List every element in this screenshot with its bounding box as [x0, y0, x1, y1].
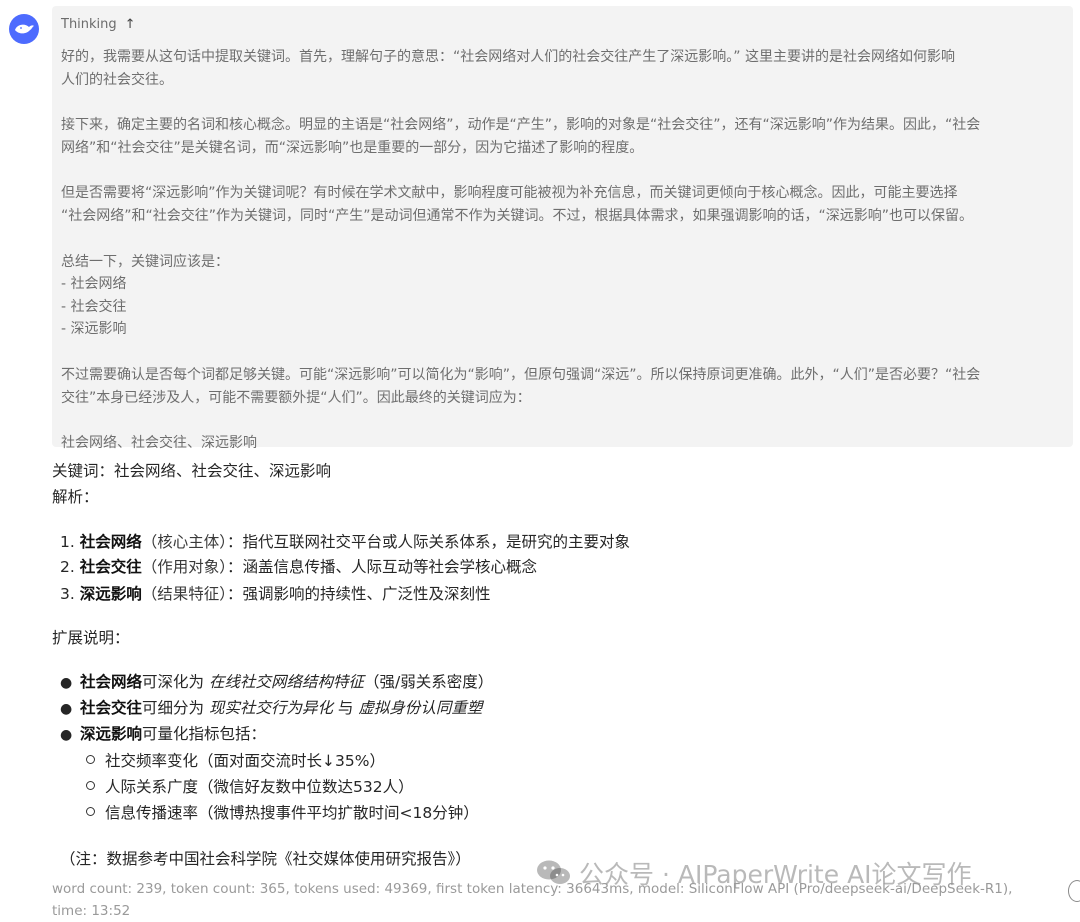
thinking-paragraph: 但是否需要将“深远影响”作为关键词呢？有时候在学术文献中，影响程度可能被视为补充… [61, 185, 974, 224]
thinking-paragraph: 总结一下，关键词应该是： - 社会网络 - 社会交往 - 深远影响 [61, 253, 229, 338]
thinking-paragraph: 社会网络、社会交往、深远影响 [61, 435, 257, 452]
analysis-label: 解析： [52, 488, 99, 506]
stats-time: time: 13:52 [52, 903, 131, 919]
ordered-item: 1. 社会网络（核心主体）：指代互联网社交平台或人际关系体系，是研究的主要对象 [60, 533, 631, 551]
thinking-label: Thinking [61, 17, 117, 32]
source-note: （注：数据参考中国社会科学院《社交媒体使用研究报告》） [60, 850, 471, 868]
sub-bullet-item: 社交频率变化（面对面交流时长↓35%） [86, 749, 385, 771]
term: 社会网络 [80, 673, 143, 691]
term: 深远影响 [79, 585, 142, 603]
ordered-item: 3. 深远影响（结果特征）：强调影响的持续性、广泛性及深刻性 [60, 585, 491, 603]
thinking-paragraph: 好的，我需要从这句话中提取关键词。首先，理解句子的意思：“社会网络对人们的社会交… [61, 49, 955, 88]
bullet-item: ● 深远影响可量化指标包括： [60, 725, 267, 743]
thinking-header[interactable]: Thinking ↑ [61, 17, 136, 32]
assistant-avatar [9, 14, 39, 44]
bullet-item: ● 社会交往可细分为 现实社交行为异化 与 虚拟身份认同重塑 [60, 699, 483, 717]
sub-bullet-item: 人际关系广度（微信好友数中位数达532人） [86, 775, 414, 797]
arrow-up-icon[interactable]: ↑ [125, 17, 136, 32]
term: 社会交往 [79, 558, 142, 576]
thinking-paragraph: 不过需要确认是否每个词都足够关键。可能“深远影响”可以简化为“影响”，但原句强调… [61, 366, 981, 406]
extension-label: 扩展说明： [52, 629, 130, 647]
term: 社会交往 [80, 699, 143, 717]
thinking-panel: Thinking ↑ 好的，我需要从这句话中提取关键词。首先，理解句子的意思：“… [52, 6, 1073, 451]
keywords-line: 关键词：社会网络、社会交往、深远影响 [52, 462, 332, 480]
sub-bullet-item: 信息传播速率（微博热搜事件平均扩散时间<18分钟） [86, 801, 479, 823]
message-stats: word count: 239, token count: 365, token… [52, 878, 1052, 922]
ordered-item: 2. 社会交往（作用对象）：涵盖信息传播、人际互动等社会学核心概念 [60, 558, 538, 576]
deepseek-whale-icon [15, 24, 34, 34]
term: 社会网络 [79, 533, 142, 551]
thinking-content: 好的，我需要从这句话中提取关键词。首先，理解句子的意思：“社会网络对人们的社会交… [61, 46, 1061, 455]
thinking-paragraph: 接下来，确定主要的名词和核心概念。明显的主语是“社会网络”，动作是“产生”，影响… [61, 117, 981, 156]
scroll-control[interactable] [1068, 880, 1080, 902]
term: 深远影响 [80, 725, 143, 743]
stats-line: word count: 239, token count: 365, token… [52, 881, 1013, 897]
bullet-item: ● 社会网络可深化为 在线社交网络结构特征（强/弱关系密度） [60, 673, 494, 691]
